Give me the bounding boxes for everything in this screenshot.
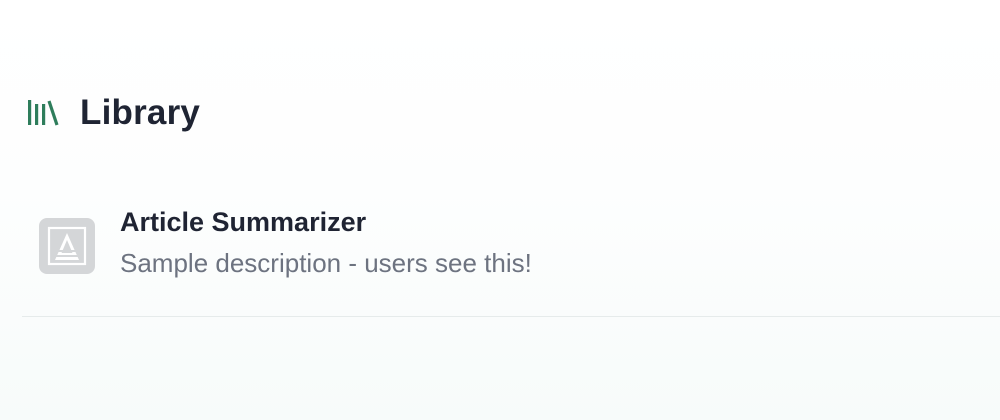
item-description: Sample description - users see this! [120,248,532,279]
library-list: Article Summarizer Sample description - … [22,190,1000,317]
list-item-text: Article Summarizer Sample description - … [120,206,532,280]
library-icon [26,95,60,129]
item-title: Article Summarizer [120,207,367,237]
library-header: Library [26,88,200,136]
list-item-article-summarizer[interactable]: Article Summarizer Sample description - … [22,190,1000,317]
page-title: Library [80,92,201,132]
app-placeholder-icon [39,218,95,274]
